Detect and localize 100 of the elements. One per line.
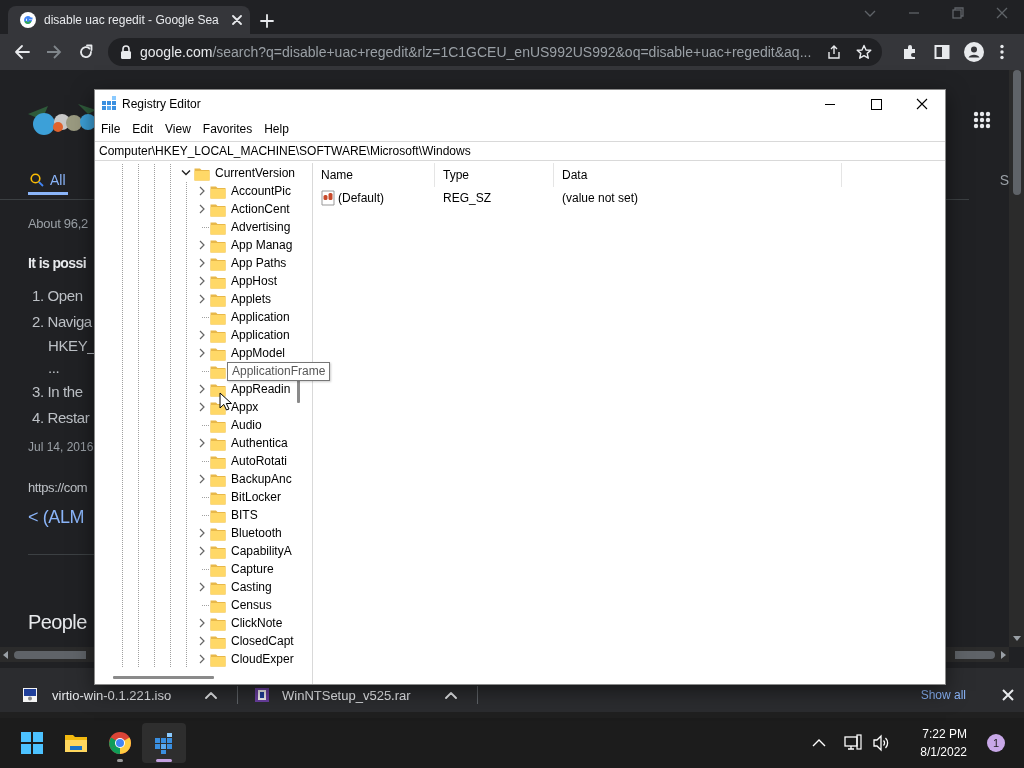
caret-up-icon[interactable] — [205, 691, 217, 699]
tree-item[interactable]: Advertising — [231, 220, 291, 234]
scrollbar-thumb[interactable] — [297, 379, 301, 403]
chevron-right-icon[interactable] — [198, 546, 206, 556]
date-text: Jul 14, 2016 — [28, 439, 94, 456]
chevron-right-icon[interactable] — [198, 258, 206, 268]
chevron-up-icon[interactable] — [812, 738, 827, 748]
tree-item[interactable]: Capture — [231, 562, 274, 576]
scrollbar-thumb[interactable] — [1012, 70, 1021, 195]
window-title: Registry Editor — [122, 97, 201, 111]
scrollbar-thumb[interactable] — [14, 650, 86, 659]
result-link[interactable]: < (ALM — [28, 504, 85, 530]
chevron-right-icon[interactable] — [198, 330, 206, 340]
chevron-right-icon[interactable] — [198, 438, 206, 448]
scroll-down-icon[interactable] — [1012, 636, 1021, 642]
tree-item[interactable]: Census — [231, 598, 272, 612]
search-tab[interactable]: All — [28, 168, 68, 195]
tree-item[interactable]: AutoRotati — [231, 454, 288, 468]
tree-item[interactable]: ClosedCapt — [231, 634, 294, 648]
tree-item[interactable]: AppReadin — [231, 382, 291, 396]
value-name[interactable]: (Default) — [338, 191, 384, 205]
tree-item[interactable]: BitLocker — [231, 490, 282, 504]
chevron-right-icon[interactable] — [198, 186, 206, 196]
tree-item[interactable]: BackupAnc — [231, 472, 292, 486]
caret-up-icon[interactable] — [445, 691, 457, 699]
menu-icon[interactable] — [1000, 44, 1004, 60]
chevron-right-icon[interactable] — [198, 654, 206, 664]
star-icon[interactable] — [856, 44, 872, 60]
menu-item[interactable]: Help — [258, 118, 295, 141]
tree-item[interactable]: Casting — [231, 580, 272, 594]
tree-item[interactable]: Audio — [231, 418, 262, 432]
search-icon — [30, 173, 44, 187]
show-all-button[interactable]: Show all — [918, 687, 968, 703]
tree-item[interactable]: Appx — [231, 400, 259, 414]
download-item[interactable]: virtio-win-0.1.221.iso — [0, 686, 238, 704]
chevron-down-icon[interactable] — [181, 169, 191, 177]
plus-icon[interactable] — [260, 14, 274, 28]
list-item: 4. Restar — [31, 408, 90, 428]
tree-item[interactable]: CapabilityA — [231, 544, 292, 558]
forward-arrow-icon[interactable] — [46, 44, 62, 60]
tree-item[interactable]: ActionCent — [231, 202, 290, 216]
tree-item[interactable]: CurrentVersion — [215, 166, 296, 180]
column-header[interactable]: Name — [313, 163, 435, 187]
tree-item[interactable]: ClickNote — [231, 616, 283, 630]
tree-item[interactable]: Bluetooth — [231, 526, 282, 540]
value-data: (value not set) — [561, 191, 640, 205]
chevron-right-icon[interactable] — [198, 348, 206, 358]
reload-icon[interactable] — [78, 44, 94, 60]
chevron-right-icon[interactable] — [198, 618, 206, 628]
chevron-right-icon[interactable] — [198, 636, 206, 646]
menu-item[interactable]: Favorites — [196, 118, 259, 141]
address-field[interactable]: Computer\HKEY_LOCAL_MACHINE\SOFTWARE\Microsoft\Windows — [95, 141, 945, 161]
chevron-right-icon[interactable] — [198, 204, 206, 214]
column-header[interactable]: Data — [554, 163, 842, 187]
tree-item[interactable]: Application — [231, 328, 290, 342]
tree-item[interactable]: AccountPic — [231, 184, 292, 198]
tree-item[interactable]: App Paths — [231, 256, 287, 270]
notification-badge[interactable]: 1 — [987, 734, 1005, 752]
profile-icon[interactable] — [964, 42, 984, 62]
download-item[interactable]: WinNTSetup_v525.rar — [238, 686, 478, 704]
chevron-right-icon[interactable] — [198, 474, 206, 484]
scrollbar-thumb[interactable] — [113, 675, 214, 679]
share-icon[interactable] — [826, 44, 842, 60]
chevron-right-icon[interactable] — [198, 294, 206, 304]
tree-item[interactable]: AppModel — [231, 346, 286, 360]
browser-tab[interactable]: disable uac regedit - Google Sea — [8, 6, 250, 34]
chevron-right-icon[interactable] — [198, 528, 206, 538]
tree-item[interactable]: AppHost — [231, 274, 278, 288]
chevron-right-icon[interactable] — [198, 402, 206, 412]
apps-grid-icon[interactable] — [973, 111, 991, 129]
tree-item[interactable]: Authentica — [231, 436, 288, 450]
column-header[interactable]: Type — [435, 163, 554, 187]
puzzle-icon[interactable] — [902, 44, 918, 60]
network-icon[interactable] — [844, 734, 863, 752]
tree-item[interactable]: App Manag — [231, 238, 293, 252]
list-item-text: HKEY_ — [47, 336, 96, 356]
scroll-right-icon[interactable] — [1001, 650, 1007, 659]
chevron-right-icon[interactable] — [198, 384, 206, 394]
menu-item[interactable]: View — [159, 118, 197, 141]
chevron-right-icon[interactable] — [198, 240, 206, 250]
nav-link[interactable]: S — [999, 170, 1009, 190]
menu-item[interactable]: File — [95, 118, 127, 141]
tree-item[interactable]: BITS — [231, 508, 258, 522]
back-arrow-icon[interactable] — [14, 44, 30, 60]
side-panel-icon[interactable] — [934, 44, 950, 60]
tree-item[interactable]: Applets — [231, 292, 272, 306]
archive-file-icon — [254, 687, 270, 703]
menu-item[interactable]: Edit — [126, 118, 160, 141]
restore-icon[interactable] — [951, 6, 965, 20]
tree-item[interactable]: Application — [231, 310, 290, 324]
chevron-right-icon[interactable] — [198, 582, 206, 592]
speaker-icon[interactable] — [872, 734, 891, 752]
taskbar-button[interactable] — [142, 723, 186, 763]
address-bar[interactable]: google.com/search?q=disable+uac+regedit&rlz=1C1GCEU_enUS992US992&oq=disable+uac+regedit&aq... — [108, 38, 882, 66]
tooltip: ApplicationFrame — [227, 362, 331, 381]
clock[interactable]: 7:22 PM 8/1/2022 — [920, 725, 967, 761]
scroll-left-icon[interactable] — [2, 650, 8, 659]
chevron-right-icon[interactable] — [198, 276, 206, 286]
scrollbar-thumb[interactable] — [955, 650, 995, 659]
tree-item[interactable]: CloudExper — [231, 652, 294, 666]
